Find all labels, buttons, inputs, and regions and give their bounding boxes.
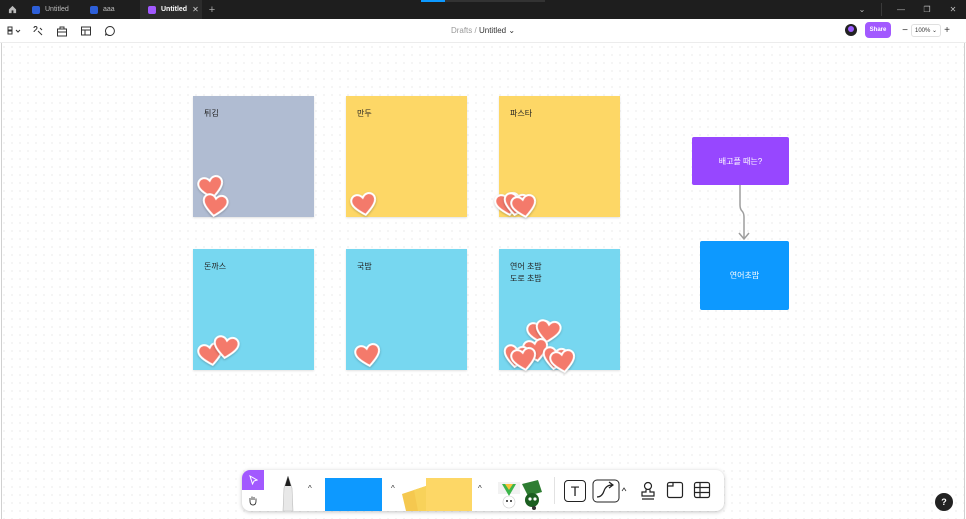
home-icon[interactable] — [0, 0, 24, 19]
sticky-note[interactable]: 돈까스 — [193, 249, 314, 370]
chevron-up-icon[interactable]: ^ — [308, 484, 312, 493]
zoom-dropdown[interactable]: 100% ⌄ — [911, 24, 942, 37]
sticky-note[interactable]: 연어 초밥 도로 초밥 — [499, 249, 620, 374]
text-tool[interactable]: T — [564, 480, 586, 502]
stamp-tool[interactable] — [639, 481, 657, 501]
maximize-icon[interactable]: ❐ — [914, 0, 940, 19]
zoom-control: − 100% ⌄ + — [899, 23, 953, 38]
file-icon — [90, 5, 98, 14]
shape-label: 연어초밥 — [729, 271, 760, 280]
window-controls: ⌄ — ❐ ✕ — [849, 0, 966, 19]
close-icon[interactable]: ✕ — [192, 5, 199, 14]
heart-sticker-icon[interactable] — [353, 342, 383, 370]
flowchart-shape-question[interactable]: 배고플 때는? — [692, 137, 789, 185]
shape-label: 배고플 때는? — [718, 156, 763, 166]
tab-label: aaa — [103, 6, 115, 13]
help-button[interactable]: ? — [935, 493, 953, 511]
breadcrumb: Drafts / Untitled ⌄ — [0, 26, 966, 35]
sticky-note[interactable]: 파스타 — [494, 96, 620, 219]
heart-sticker-icon[interactable] — [349, 191, 379, 219]
cursor-icon — [248, 475, 258, 485]
sticky-label: 만두 — [357, 109, 372, 118]
sticky-note[interactable]: 국밥 — [346, 249, 467, 370]
hand-icon — [249, 496, 257, 506]
divider — [554, 477, 555, 504]
heart-sticker-icon[interactable] — [509, 346, 539, 374]
chevron-up-icon[interactable]: ^ — [478, 484, 482, 493]
canvas-edge — [964, 43, 965, 519]
toolbar: Drafts / Untitled ⌄ Share − 100% ⌄ + — [0, 19, 966, 43]
sticky-label: 연어 초밥 도로 초밥 — [510, 262, 542, 283]
canvas[interactable] — [0, 43, 966, 519]
section-tool[interactable] — [666, 481, 684, 499]
figjam-file-icon — [148, 5, 156, 14]
hand-tool[interactable] — [242, 490, 264, 511]
sticky-tool[interactable] — [398, 476, 472, 511]
sticky-note[interactable]: 튀김 — [193, 96, 314, 219]
zoom-out-button[interactable]: − — [899, 25, 911, 36]
heart-sticker-icon[interactable] — [548, 348, 578, 376]
sticky-label: 국밥 — [357, 262, 372, 271]
sticky-label: 파스타 — [510, 109, 533, 118]
tab-file-3[interactable]: Untitled ✕ — [140, 0, 202, 19]
marker-tool[interactable] — [278, 476, 298, 511]
stickers-tool[interactable] — [494, 478, 546, 511]
avatar[interactable] — [845, 24, 857, 36]
chevron-down-icon[interactable]: ⌄ — [508, 26, 515, 35]
tab-file-1[interactable]: Untitled — [24, 0, 82, 19]
tool-palette: ^ ^ ^ T — [242, 470, 724, 511]
file-icon — [32, 5, 40, 14]
connector-tool[interactable] — [592, 479, 628, 503]
progress-indicator — [421, 0, 545, 2]
sticky-label: 돈까스 — [204, 262, 227, 271]
file-title[interactable]: Untitled — [479, 26, 506, 35]
sticky-note[interactable]: 만두 — [346, 96, 467, 217]
tab-bar: Untitled aaa Untitled ✕ + ⌄ — ❐ ✕ — [0, 0, 966, 19]
chevron-up-icon[interactable]: ^ — [391, 484, 395, 493]
sticky-label: 튀김 — [204, 109, 219, 118]
text-icon: T — [570, 483, 580, 499]
chevron-down-icon[interactable]: ⌄ — [849, 0, 875, 19]
breadcrumb-separator: / — [474, 26, 477, 35]
table-tool[interactable] — [693, 481, 711, 499]
flowchart-shape-answer[interactable]: 연어초밥 — [700, 241, 789, 310]
heart-sticker-icon[interactable] — [200, 192, 229, 219]
tab-file-2[interactable]: aaa — [82, 0, 140, 19]
minimize-icon[interactable]: — — [888, 0, 914, 19]
tab-label: Untitled — [161, 6, 188, 13]
canvas-edge — [1, 43, 2, 519]
zoom-value: 100% — [915, 28, 931, 34]
new-tab-button[interactable]: + — [202, 0, 222, 19]
shape-tool[interactable] — [325, 478, 382, 511]
tab-label: Untitled — [45, 6, 69, 13]
heart-sticker-icon[interactable] — [211, 334, 240, 361]
heart-sticker-icon[interactable] — [509, 193, 539, 221]
connector-arrow[interactable] — [733, 185, 753, 242]
close-window-icon[interactable]: ✕ — [940, 0, 966, 19]
zoom-in-button[interactable]: + — [941, 25, 953, 36]
move-tool[interactable] — [242, 470, 264, 490]
breadcrumb-project[interactable]: Drafts — [451, 26, 472, 35]
divider — [881, 3, 882, 16]
share-button[interactable]: Share — [865, 22, 891, 38]
